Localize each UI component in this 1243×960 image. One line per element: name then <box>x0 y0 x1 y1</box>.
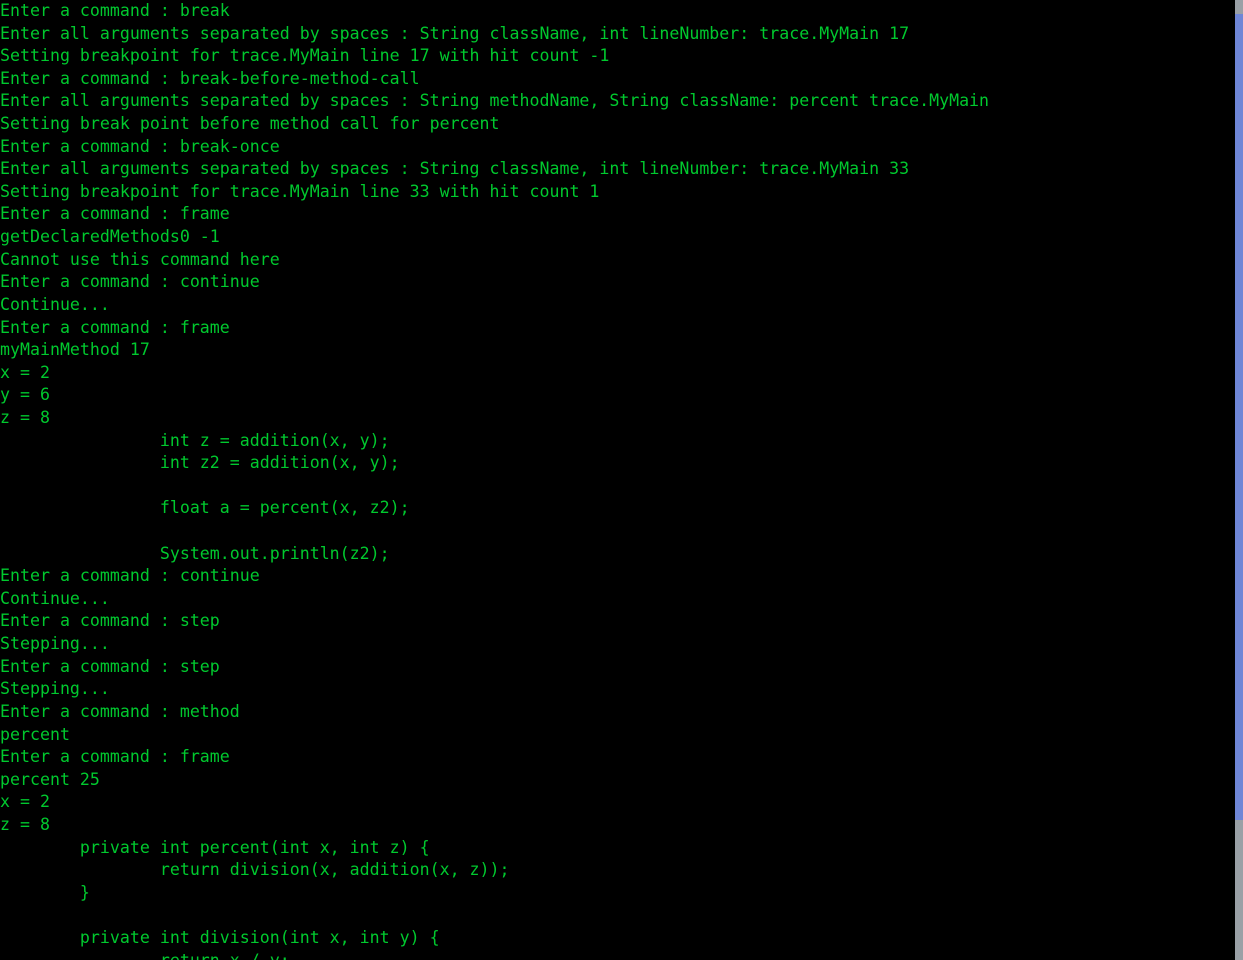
console-line: Setting break point before method call f… <box>0 114 500 134</box>
console-line: y = 6 <box>0 385 50 405</box>
console-line: int z2 = addition(x, y); <box>0 453 400 473</box>
console-line: Continue... <box>0 588 110 608</box>
console-line: Enter a command : continue <box>0 566 260 586</box>
console-line: Enter a command : frame <box>0 747 230 767</box>
console-line: z = 8 <box>0 407 50 427</box>
console-line: Continue... <box>0 294 110 314</box>
console-line: Enter all arguments separated by spaces … <box>0 159 910 179</box>
console-line: Stepping... <box>0 634 110 654</box>
console-line: percent <box>0 724 70 744</box>
console-line: Enter all arguments separated by spaces … <box>0 23 910 43</box>
console-line: return x / y; <box>0 950 1231 960</box>
console-line: Stepping... <box>0 679 110 699</box>
console-line: System.out.println(z2); <box>0 543 390 563</box>
console-line: return division(x, addition(x, z)); <box>0 860 510 880</box>
console-line: private int percent(int x, int z) { <box>0 837 430 857</box>
terminal-window: Enter a command : break Enter all argumen… <box>0 0 1243 960</box>
console-line: x = 2 <box>0 792 50 812</box>
console-line: } <box>0 882 90 902</box>
console-line: Cannot use this command here <box>0 249 280 269</box>
console-line: int z = addition(x, y); <box>0 430 390 450</box>
console-line: Enter a command : step <box>0 656 220 676</box>
console-line: Enter a command : frame <box>0 317 230 337</box>
console-line: z = 8 <box>0 814 50 834</box>
console-line: percent 25 <box>0 769 100 789</box>
scrollbar-thumb[interactable] <box>1235 14 1243 820</box>
console-line: Enter a command : frame <box>0 204 230 224</box>
console-line: getDeclaredMethods0 -1 <box>0 227 220 247</box>
console-line: Enter a command : break-once <box>0 136 280 156</box>
console-line: private int division(int x, int y) { <box>0 927 440 947</box>
vertical-scrollbar[interactable] <box>1231 0 1243 960</box>
console-line: Enter a command : method <box>0 701 240 721</box>
console-line: Enter a command : break-before-method-ca… <box>0 68 420 88</box>
console-line: x = 2 <box>0 362 50 382</box>
console-line: Enter a command : break <box>0 1 230 20</box>
console-line: float a = percent(x, z2); <box>0 498 410 518</box>
console-line: Enter all arguments separated by spaces … <box>0 91 990 111</box>
console-line: myMainMethod 17 <box>0 340 150 360</box>
console-line: Enter a command : continue <box>0 272 260 292</box>
console-line: Setting breakpoint for trace.MyMain line… <box>0 181 600 201</box>
console-output[interactable]: Enter a command : break Enter all argumen… <box>0 0 1231 960</box>
console-line: Enter a command : step <box>0 611 220 631</box>
console-line: Setting breakpoint for trace.MyMain line… <box>0 46 610 66</box>
